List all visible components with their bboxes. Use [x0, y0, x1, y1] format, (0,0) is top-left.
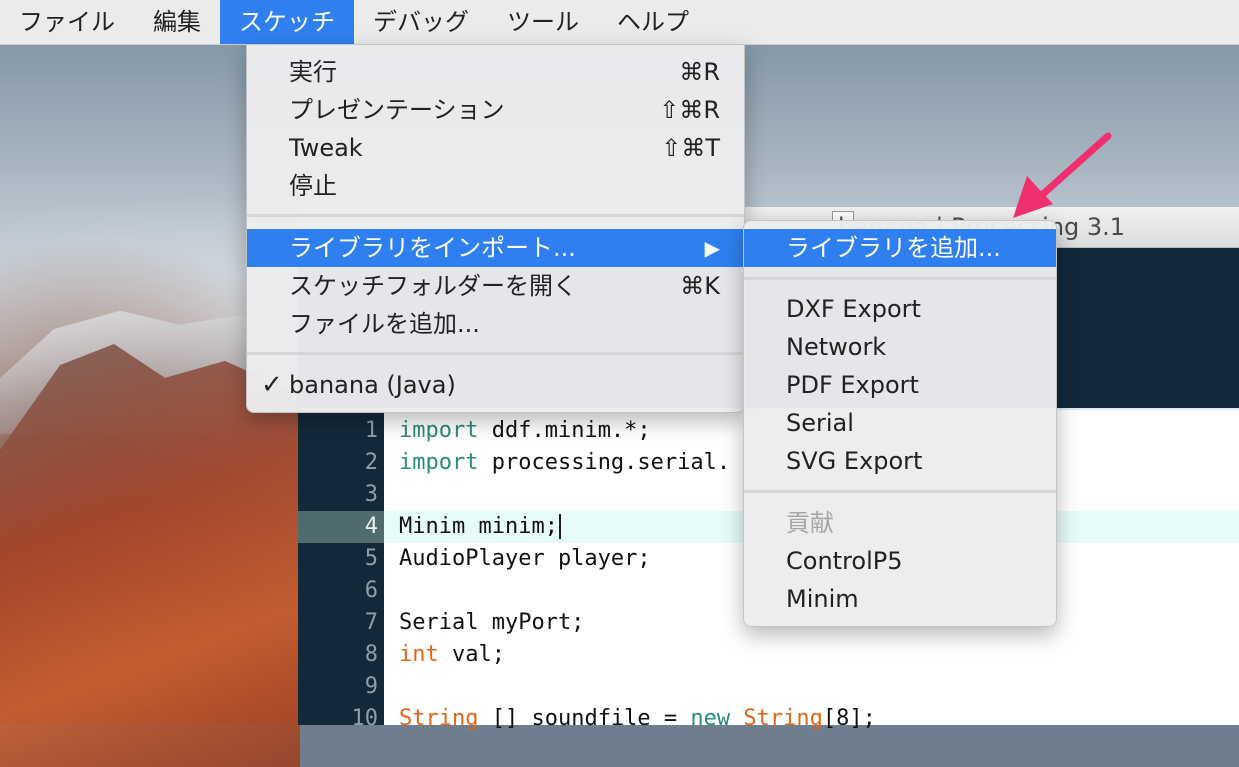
menu-item-label: ライブラリをインポート...: [289, 234, 576, 262]
menu-item-library[interactable]: PDF Export: [744, 366, 1056, 404]
line-number: 3: [364, 482, 378, 507]
code-text: AudioPlayer player;: [399, 546, 651, 571]
shortcut-label: ⌘K: [680, 272, 720, 300]
menu-item-add-file[interactable]: ファイルを追加...: [247, 305, 744, 343]
code-line: 9: [298, 671, 1239, 703]
menu-file[interactable]: ファイル: [0, 0, 134, 44]
shortcut-label: ⇧⌘R: [659, 96, 720, 124]
menu-tools[interactable]: ツール: [488, 0, 598, 44]
line-number: 2: [364, 450, 378, 475]
code-text: int val;: [399, 642, 505, 667]
line-number: 4: [298, 511, 384, 543]
menu-item-stop[interactable]: 停止: [247, 167, 744, 205]
menu-item-run[interactable]: 実行 ⌘R: [247, 53, 744, 91]
menu-item-label: banana (Java): [289, 371, 456, 399]
menu-help[interactable]: ヘルプ: [598, 0, 708, 44]
line-number: 9: [364, 674, 378, 699]
code-text: Minim minim;: [399, 511, 561, 543]
menu-bar: ファイル 編集 スケッチ デバッグ ツール ヘルプ: [0, 0, 1239, 45]
line-number: 5: [364, 546, 378, 571]
menu-item-label: 停止: [289, 172, 337, 200]
checkmark-icon: ✓: [261, 370, 283, 400]
menu-item-label: 貢献: [786, 509, 834, 537]
menu-item-library[interactable]: ControlP5: [744, 542, 1056, 580]
menu-item-add-library[interactable]: ライブラリを追加...: [744, 229, 1056, 267]
shortcut-label: ⇧⌘T: [661, 134, 720, 162]
menu-item-label: Minim: [786, 585, 859, 613]
menu-item-show-sketch-folder[interactable]: スケッチフォルダーを開く ⌘K: [247, 267, 744, 305]
menu-item-library[interactable]: SVG Export: [744, 442, 1056, 480]
shortcut-label: ⌘R: [679, 58, 720, 86]
line-number: 6: [364, 578, 378, 603]
menu-item-tweak[interactable]: Tweak ⇧⌘T: [247, 129, 744, 167]
code-line: 10 String [] soundfile = new String[8];: [298, 703, 1239, 735]
menu-item-label: DXF Export: [786, 295, 921, 323]
line-number: 8: [364, 642, 378, 667]
menu-item-mode-java[interactable]: ✓ banana (Java): [247, 366, 744, 404]
sketch-menu: 実行 ⌘R プレゼンテーション ⇧⌘R Tweak ⇧⌘T 停止 ライブラリをイ…: [246, 44, 745, 413]
menu-item-label: Network: [786, 333, 887, 361]
menu-edit[interactable]: 編集: [134, 0, 220, 44]
menu-item-library[interactable]: Network: [744, 328, 1056, 366]
menu-item-label: ControlP5: [786, 547, 903, 575]
line-number: 1: [364, 418, 378, 443]
menu-separator: [247, 214, 744, 217]
menu-section-header-contributed: 貢献: [744, 504, 1056, 542]
menu-sketch[interactable]: スケッチ: [220, 0, 354, 44]
menu-separator: [744, 277, 1056, 280]
import-library-submenu: ライブラリを追加... DXF Export Network PDF Expor…: [743, 220, 1057, 627]
code-text: import ddf.minim.*;: [399, 418, 651, 443]
line-number: 7: [364, 610, 378, 635]
menu-debug[interactable]: デバッグ: [354, 0, 488, 44]
menu-item-label: ライブラリを追加...: [786, 234, 1001, 262]
menu-item-library[interactable]: DXF Export: [744, 290, 1056, 328]
code-text: import processing.serial.: [399, 450, 731, 475]
menu-item-label: プレゼンテーション: [289, 96, 505, 124]
menu-item-label: ファイルを追加...: [289, 310, 480, 338]
code-line: 8 int val;: [298, 639, 1239, 671]
menu-item-label: Tweak: [289, 134, 363, 162]
menu-item-present[interactable]: プレゼンテーション ⇧⌘R: [247, 91, 744, 129]
menu-item-label: スケッチフォルダーを開く: [289, 272, 577, 300]
menu-item-label: SVG Export: [786, 447, 923, 475]
code-text: String [] soundfile = new String[8];: [399, 706, 876, 731]
menu-separator: [744, 490, 1056, 493]
menu-separator: [247, 352, 744, 355]
code-text: Serial myPort;: [399, 610, 585, 635]
menu-item-import-library[interactable]: ライブラリをインポート... ▶: [247, 229, 744, 267]
menu-item-library[interactable]: Serial: [744, 404, 1056, 442]
submenu-arrow-icon: ▶: [704, 236, 720, 260]
menu-item-label: Serial: [786, 409, 854, 437]
line-number: 10: [351, 706, 379, 731]
menu-item-label: PDF Export: [786, 371, 919, 399]
menu-item-label: 実行: [289, 58, 337, 86]
menu-item-library[interactable]: Minim: [744, 580, 1056, 618]
annotation-arrow-icon: [1013, 132, 1112, 218]
